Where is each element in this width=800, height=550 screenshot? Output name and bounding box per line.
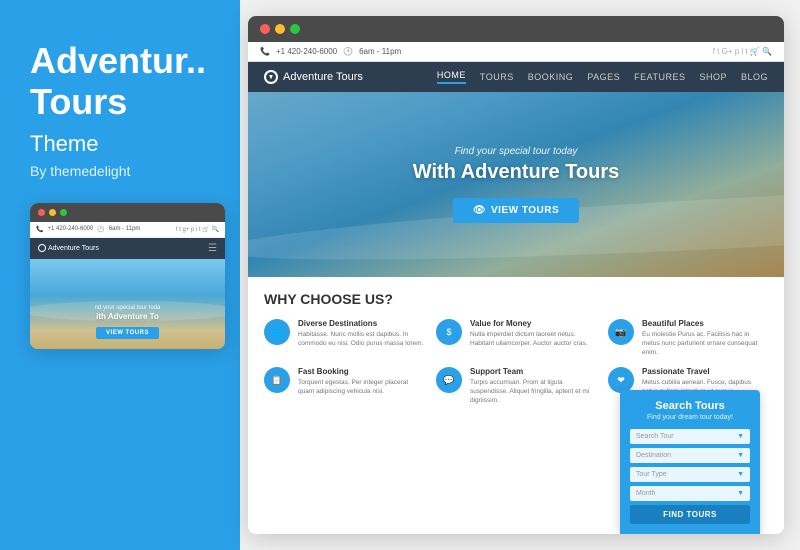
mini-hero: nd your special tour toda ith Adventure … [30,259,225,349]
phone-icon: 📞 [260,47,270,56]
hero-big-text: With Adventure Tours [413,161,619,184]
mini-minimize-dot [49,209,56,216]
mini-nav: Adventure Tours ☰ [30,238,225,259]
nav-tours[interactable]: TOURS [480,72,514,82]
search-tours-box: Search Tours Find your dream tour today!… [620,390,760,534]
why-item-desc-2: Eu molestie Purus ac. Facilisis hac in m… [642,330,768,357]
big-hours: 6am - 11pm [359,47,401,56]
nav-home[interactable]: HOME [437,70,466,84]
mini-social-icons: f t g+ p i t 🛒 🔍 [176,226,219,233]
chevron-icon: ▼ [737,433,744,440]
tour-type-label: Tour Type [636,471,667,478]
why-item-title-3: Fast Booking [298,367,424,376]
mini-phone-icon: 📞 [36,226,43,233]
destination-field[interactable]: Destination ▼ [630,448,750,463]
mini-view-tours-button[interactable]: VIEW TOURS [96,327,159,339]
eye-icon: 👁 [473,205,486,216]
why-item-4: 💬 Support Team Turpis accumsan. Prom at … [436,367,596,405]
big-minimize-dot [275,24,285,34]
mini-logo-text: Adventure Tours [48,245,99,252]
mini-close-dot [38,209,45,216]
right-panel: 📞 +1 420-240-6000 🕐 6am - 11pm f t G+ p … [240,0,800,550]
big-social-icons: f t G+ p i t 🛒 🔍 [713,47,772,56]
why-item-title-4: Support Team [470,367,596,376]
nav-booking[interactable]: BOOKING [528,72,574,82]
big-logo: Adventure Tours [264,70,363,84]
why-icon-booking: 📋 [264,367,290,393]
why-icon-diverse: 🌐 [264,319,290,345]
mini-logo: Adventure Tours [38,244,99,252]
chevron-icon: ▼ [737,452,744,459]
big-logo-text: Adventure Tours [283,71,363,83]
theme-title: Adventur.. Tours [30,40,210,123]
nav-pages[interactable]: PAGES [587,72,620,82]
chevron-icon: ▼ [737,471,744,478]
why-icon-support: 💬 [436,367,462,393]
theme-author: By themedelight [30,163,210,179]
mini-hamburger-icon: ☰ [208,243,217,254]
hero-content: Find your special tour today With Advent… [413,146,619,223]
find-tours-button[interactable]: FIND TOURS [630,505,750,524]
why-item-3: 📋 Fast Booking Torquent egestas. Per int… [264,367,424,405]
theme-subtitle: Theme [30,131,210,157]
why-item-title-5: Passionate Travel [642,367,768,376]
big-browser: 📞 +1 420-240-6000 🕐 6am - 11pm f t G+ p … [248,16,784,534]
big-close-dot [260,24,270,34]
big-hero: Find your special tour today With Advent… [248,92,784,277]
chevron-icon: ▼ [737,490,744,497]
search-tour-label: Search Tour [636,433,674,440]
month-label: Month [636,490,655,497]
why-item-desc-1: Nulla imperdiet dictum laoreet netus. Ha… [470,330,596,348]
nav-features[interactable]: FEATURES [634,72,685,82]
mini-browser-card: 📞 +1 420-240-6000 🕐 6am - 11pm f t g+ p … [30,203,225,349]
big-topbar: 📞 +1 420-240-6000 🕐 6am - 11pm f t G+ p … [248,42,784,62]
big-nav-links: HOME TOURS BOOKING PAGES FEATURES SHOP B… [437,70,768,84]
why-item-desc-0: Habitasse. Nunc mollis est dapibus. In c… [298,330,424,348]
why-title: WHY CHOOSE US? [264,291,768,307]
mini-topbar: 📞 +1 420-240-6000 🕐 6am - 11pm f t g+ p … [30,222,225,238]
big-logo-icon [264,70,278,84]
why-item-2: 📷 Beautiful Places Eu molestie Purus ac.… [608,319,768,357]
left-panel: Adventur.. Tours Theme By themedelight 📞… [0,0,240,550]
big-nav: Adventure Tours HOME TOURS BOOKING PAGES… [248,62,784,92]
search-box-subtitle: Find your dream tour today! [630,414,750,421]
hero-btn-label: VIEW TOURS [491,205,559,216]
destination-label: Destination [636,452,671,459]
big-browser-bar [248,16,784,42]
mini-hours: 6am - 11pm [109,226,141,232]
clock-icon: 🕐 [343,47,353,56]
nav-shop[interactable]: SHOP [699,72,727,82]
why-item-desc-3: Torquent egestas. Per integer placerat q… [298,378,424,396]
tour-type-field[interactable]: Tour Type ▼ [630,467,750,482]
why-icon-beautiful: 📷 [608,319,634,345]
month-field[interactable]: Month ▼ [630,486,750,501]
why-item-1: $ Value for Money Nulla imperdiet dictum… [436,319,596,357]
mini-phone: +1 420-240-6000 [47,226,93,232]
mini-expand-dot [60,209,67,216]
mini-browser-bar [30,203,225,222]
mini-logo-icon [38,244,46,252]
hero-view-tours-button[interactable]: 👁 VIEW TOURS [453,198,579,223]
hero-small-text: Find your special tour today [413,146,619,157]
why-item-title-2: Beautiful Places [642,319,768,328]
big-phone: +1 420-240-6000 [276,47,337,56]
nav-blog[interactable]: BLOG [741,72,768,82]
why-item-desc-4: Turpis accumsan. Prom at ligula suspendi… [470,378,596,405]
bottom-area: WHY CHOOSE US? 🌐 Diverse Destinations Ha… [248,277,784,534]
big-expand-dot [290,24,300,34]
search-tour-field[interactable]: Search Tour ▼ [630,429,750,444]
search-box-title: Search Tours [630,400,750,412]
mini-clock-icon: 🕐 [97,226,104,233]
why-item-0: 🌐 Diverse Destinations Habitasse. Nunc m… [264,319,424,357]
why-item-title-0: Diverse Destinations [298,319,424,328]
why-item-title-1: Value for Money [470,319,596,328]
why-icon-value: $ [436,319,462,345]
mini-wave [30,301,225,321]
